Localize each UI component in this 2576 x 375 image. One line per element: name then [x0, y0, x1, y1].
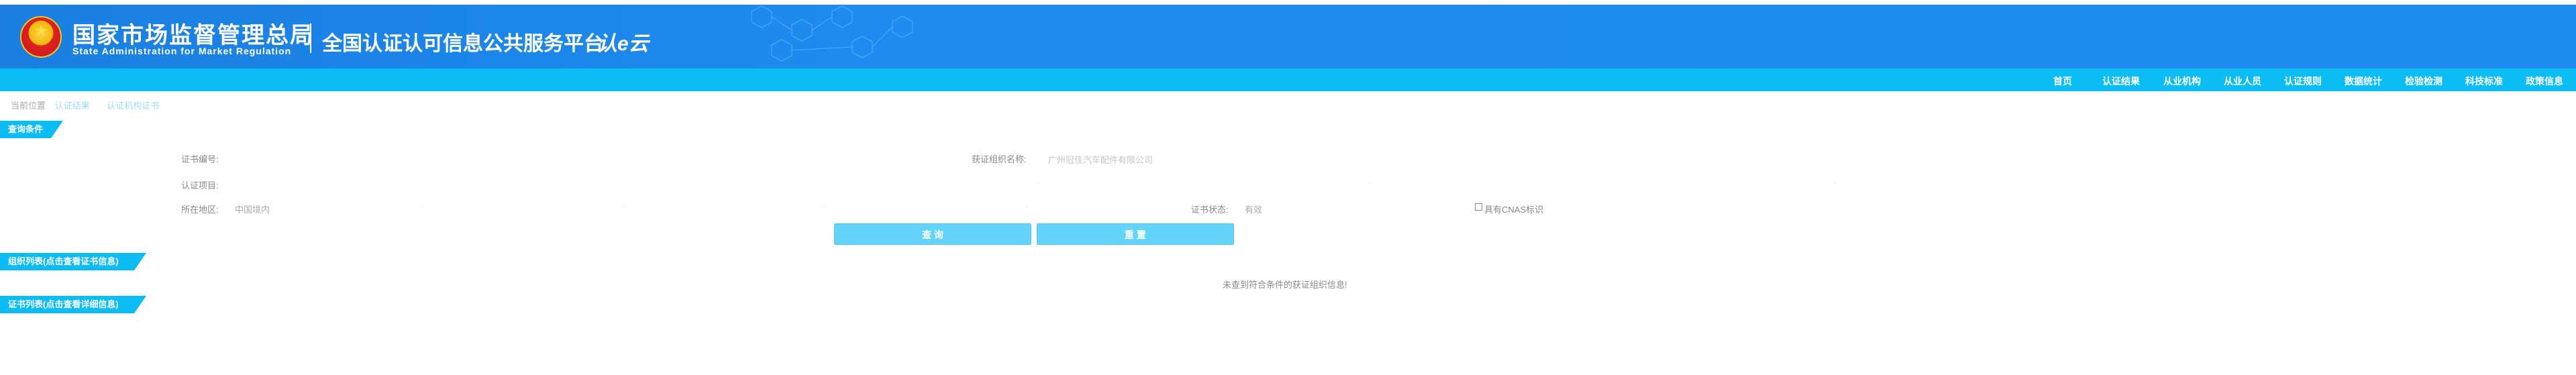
- cert-org-label: 获证组织名称:: [972, 154, 1027, 164]
- org-list-section-title: 组织列表(点击查看证书信息): [0, 253, 146, 270]
- cert-project-label: 认证项目:: [181, 180, 219, 191]
- nav-item-inspection[interactable]: 检验检测: [2405, 74, 2442, 88]
- breadcrumb-item-cert-results[interactable]: 认证结果: [55, 101, 90, 111]
- nav-item-cert-rules[interactable]: 认证规则: [2284, 74, 2322, 88]
- org-name-cn: 国家市场监督管理总局: [72, 23, 314, 48]
- cert-org-input[interactable]: 广州冠佳汽车配件有限公司: [1048, 153, 1153, 166]
- national-emblem-icon: [20, 16, 62, 58]
- nav-item-standards[interactable]: 科技标准: [2465, 74, 2503, 88]
- cert-number-label: 证书编号:: [181, 154, 219, 164]
- cnas-label: 具有CNAS标识: [1484, 205, 1544, 215]
- cert-project-option-marker[interactable]: ·: [1039, 180, 1041, 186]
- header-divider: [310, 23, 311, 53]
- region-label: 所在地区:: [181, 205, 219, 215]
- region-sub-select[interactable]: ·: [1025, 204, 1027, 210]
- nav-item-home[interactable]: 首页: [2053, 74, 2072, 88]
- breadcrumb-prefix: 当前位置: [11, 101, 46, 111]
- breadcrumb: 当前位置 认证结果 认证机构证书: [11, 99, 159, 111]
- org-name-en: State Administration for Market Regulati…: [72, 46, 292, 56]
- region-select[interactable]: 中国境内: [235, 203, 270, 215]
- hexagon-pattern-decoration: [751, 5, 913, 62]
- cnas-checkbox[interactable]: [1475, 203, 1482, 211]
- query-section-title: 查询条件: [0, 121, 63, 138]
- header-banner: 国家市场监督管理总局 State Administration for Mark…: [0, 5, 2576, 68]
- nav-item-cert-results[interactable]: 认证结果: [2102, 74, 2140, 88]
- nav-item-institutions[interactable]: 从业机构: [2163, 74, 2201, 88]
- nav-item-policy[interactable]: 政策信息: [2526, 74, 2563, 88]
- main-nav: 首页 认证结果 从业机构 从业人员 认证规则 数据统计 检验检测 科技标准 政策…: [0, 68, 2576, 91]
- cert-list-section-title: 证书列表(点击查看详细信息): [0, 296, 146, 313]
- region-sub-select[interactable]: ·: [623, 204, 625, 210]
- cert-project-option-marker[interactable]: ·: [1369, 180, 1371, 186]
- search-button[interactable]: 查 询: [834, 223, 1031, 245]
- breadcrumb-item-current[interactable]: 认证机构证书: [107, 101, 159, 111]
- cert-project-option-marker[interactable]: ·: [1835, 180, 1837, 186]
- reset-button[interactable]: 重 置: [1037, 223, 1234, 245]
- org-list-empty-message: 未查到符合条件的获证组织信息!: [1223, 280, 1347, 290]
- cert-status-select[interactable]: 有效: [1245, 203, 1262, 215]
- region-sub-select[interactable]: ·: [824, 204, 826, 210]
- region-sub-select[interactable]: ·: [421, 204, 423, 210]
- nav-item-personnel[interactable]: 从业人员: [2224, 74, 2261, 88]
- platform-title[interactable]: 全国认证认可信息公共服务平台: [322, 27, 604, 56]
- nav-item-statistics[interactable]: 数据统计: [2345, 74, 2382, 88]
- cert-status-label: 证书状态:: [1191, 205, 1229, 215]
- platform-logo[interactable]: 认e云: [597, 27, 649, 56]
